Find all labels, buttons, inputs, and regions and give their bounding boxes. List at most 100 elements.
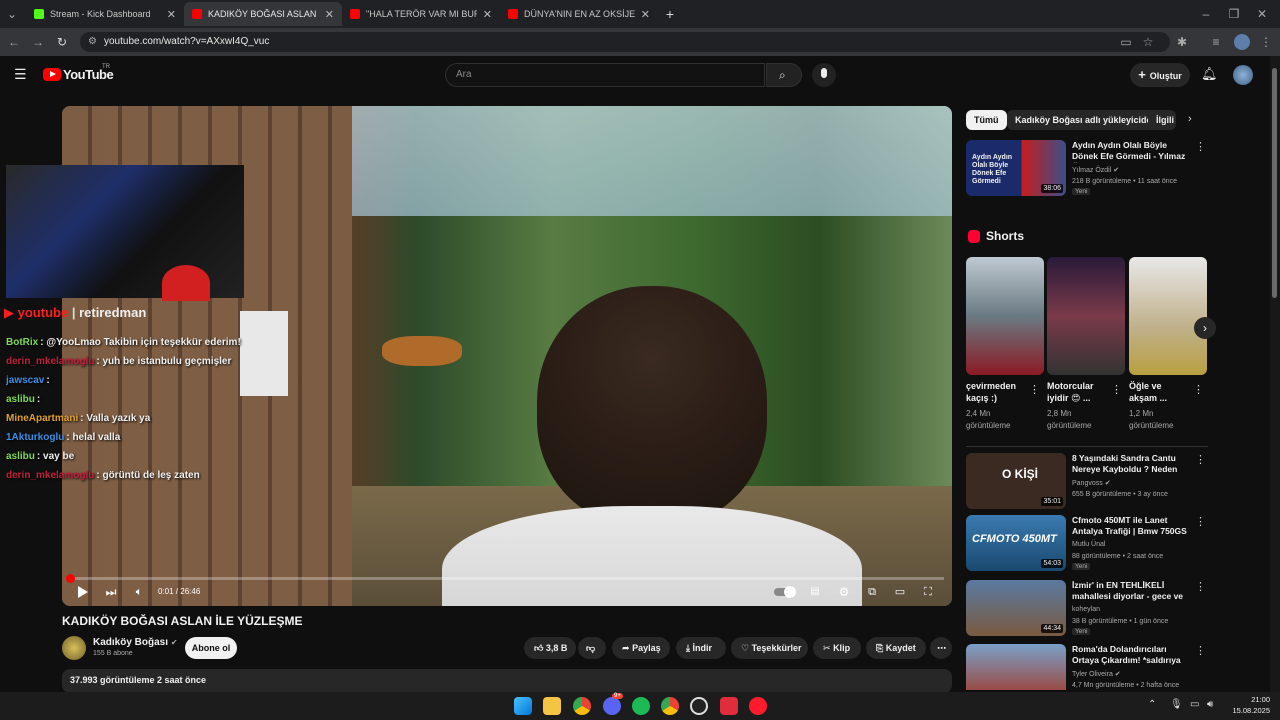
channel-avatar[interactable] [62,636,86,660]
close-tab-icon[interactable]: ✕ [325,8,334,21]
channel-name[interactable]: Kadıköy Boğası ✔ [93,637,178,648]
video-thumbnail: O KİŞİ 35:01 [966,453,1066,509]
chip-from-uploader[interactable]: Kadıköy Boğası adlı yükleyiciden [1007,110,1166,130]
windows-taskbar: 9+ ⌃ 🎙︎ ▭ 🔊︎ 21:00 15.08.2025 [0,692,1280,720]
download-button[interactable]: ⤓ İndir [676,637,726,659]
more-actions-button[interactable]: ⋯ [930,637,952,659]
video-channel: Pangvoss ✔ [1072,480,1111,487]
short-thumbnail-2[interactable] [1047,257,1125,375]
taskbar-clock[interactable]: 21:00 15.08.2025 [1228,694,1270,716]
restore-icon[interactable]: ❐ [1226,6,1242,22]
video-menu-icon[interactable]: ⋮ [1195,580,1206,593]
tab-search-icon[interactable]: ⌄ [4,6,20,22]
shorts-icon [968,230,980,243]
thumbs-up-icon: 👍︎ [534,643,544,653]
close-tab-icon[interactable]: ✕ [483,8,492,21]
thanks-button[interactable]: ♡ Teşekkürler [731,637,808,659]
like-button[interactable]: 👍︎ 3,8 B [524,637,576,659]
discord-icon[interactable]: 9+ [603,693,623,715]
chip-related[interactable]: İlgili [1148,110,1176,130]
tab-kick-dashboard[interactable]: Stream - Kick Dashboard ✕ [26,2,184,26]
video-meta: 38 B görüntüleme • 1 gün önce [1072,618,1169,625]
notifications-bell-icon[interactable]: 🔔︎ [1201,66,1218,82]
short-menu-icon[interactable]: ⋮ [1029,383,1040,396]
search-button[interactable]: ⌕ [766,63,802,87]
reload-icon[interactable]: ↻ [54,34,70,50]
video-title: KADIKÖY BOĞASI ASLAN İLE YÜZLEŞME [62,614,303,628]
short-thumbnail-1[interactable] [966,257,1044,375]
shorts-next-button[interactable]: › [1194,317,1216,339]
dislike-button[interactable]: 👎︎ [578,637,606,659]
site-info-icon[interactable]: ⚙ [88,32,97,52]
video-duration: 54:03 [1041,559,1063,568]
youtube-logo-icon[interactable] [43,68,61,81]
scrollbar-thumb[interactable] [1272,68,1277,298]
minimize-icon[interactable]: – [1198,6,1214,22]
description-box[interactable]: 37.993 görüntüleme 2 saat önce [62,669,952,693]
video-menu-icon[interactable]: ⋮ [1195,453,1206,466]
close-tab-icon[interactable]: ✕ [641,8,650,21]
obs-icon[interactable] [690,697,708,715]
tray-mic-icon[interactable]: 🎙︎ [1170,699,1183,710]
video-thumbnail: 44:34 [966,580,1066,636]
profile-avatar[interactable] [1234,34,1250,50]
sidebar-video[interactable]: CFMOTO 450MT 54:03 Cfmoto 450MT ile Lane… [966,515,1208,573]
short-title[interactable]: çevirmeden kaçış :) [966,380,1024,404]
account-avatar[interactable] [1233,65,1253,85]
video-title: Roma'da Dolandırıcıları Ortaya Çıkardım!… [1072,644,1181,667]
file-explorer-icon[interactable] [543,697,561,715]
windows-start-icon[interactable] [514,697,532,715]
back-icon[interactable]: ← [6,34,22,50]
chevron-right-icon[interactable]: › [1188,113,1192,125]
video-menu-icon[interactable]: ⋮ [1195,644,1206,657]
chat-text: : Valla yazık ya [80,413,151,424]
browser-menu-icon[interactable]: ⋮ [1258,34,1274,50]
share-button[interactable]: ➦ Paylaş [612,637,670,659]
hamburger-menu-icon[interactable]: ☰ [14,66,27,83]
chrome-icon[interactable] [573,697,591,715]
tray-chevron-icon[interactable]: ⌃ [1148,699,1156,710]
chrome-profile-icon[interactable] [661,697,679,715]
short-thumbnail-3[interactable] [1129,257,1207,375]
extensions-icon[interactable]: ✱ [1174,34,1190,50]
scissors-icon: ✂ [823,643,831,653]
install-app-icon[interactable]: ▭ [1118,34,1134,50]
subscribe-button[interactable]: Abone ol [185,637,237,659]
search-input[interactable]: Ara [445,63,765,87]
tab-title: Stream - Kick Dashboard [50,9,151,19]
create-button[interactable]: + Oluştur [1130,63,1190,87]
clip-button[interactable]: ✂ Klip [813,637,861,659]
vivaldi-icon[interactable] [720,697,738,715]
sidebar-video[interactable]: Roma'da Dolandırıcıları Ortaya Çıkardım!… [966,644,1208,690]
close-window-icon[interactable]: ✕ [1254,6,1270,22]
opera-icon[interactable] [749,697,767,715]
spotify-icon[interactable] [632,697,650,715]
tray-network-icon[interactable]: ▭ [1190,699,1199,710]
short-title[interactable]: Motorcular iyidir 😍 ... [1047,380,1105,404]
address-bar[interactable]: ⚙ youtube.com/watch?v=AXxwI4Q_vuc [80,32,1170,52]
forward-icon[interactable]: → [30,34,46,50]
short-title[interactable]: Öğle ve akşam ... [1129,380,1187,404]
video-menu-icon[interactable]: ⋮ [1195,140,1206,153]
tab-youtube-2[interactable]: "HALA TERÖR VAR MI BURALA ✕ [342,2,500,26]
short-menu-icon[interactable]: ⋮ [1111,383,1122,396]
sidebar-video-top[interactable]: Aydın Aydın Olalı Böyle Dönek Efe Görmed… [966,140,1208,198]
sidebar-video[interactable]: 44:34 İzmir' in EN TEHLİKELİ mahallesi d… [966,580,1208,638]
tray-volume-icon[interactable]: 🔊︎ [1207,699,1213,710]
video-menu-icon[interactable]: ⋮ [1195,515,1206,528]
tab-youtube-active[interactable]: KADIKÖY BOĞASI ASLAN İLE YÜ ✕ [184,2,342,26]
stream-chat-overlay: BotRix: @YooLmao Takibin için teşekkür e… [6,335,306,487]
close-tab-icon[interactable]: ✕ [167,8,176,21]
chip-all[interactable]: Tümü [966,110,1007,130]
reading-list-icon[interactable]: ≡ [1208,34,1224,50]
page-scrollbar[interactable] [1270,56,1280,692]
bookmark-star-icon[interactable]: ☆ [1140,34,1156,50]
voice-search-button[interactable] [812,63,836,87]
save-button[interactable]: ⎘ Kaydet [866,637,926,659]
new-tab-icon[interactable]: + [662,6,678,22]
sidebar-video[interactable]: O KİŞİ 35:01 8 Yaşındaki Sandra Cantu Ne… [966,453,1208,511]
tab-youtube-3[interactable]: DÜNYA'NIN EN AZ OKSİJENE SA ✕ [500,2,658,26]
like-count: 3,8 B [545,643,568,653]
video-meta: 655 B görüntüleme • 3 ay önce [1072,491,1168,498]
short-menu-icon[interactable]: ⋮ [1193,383,1204,396]
